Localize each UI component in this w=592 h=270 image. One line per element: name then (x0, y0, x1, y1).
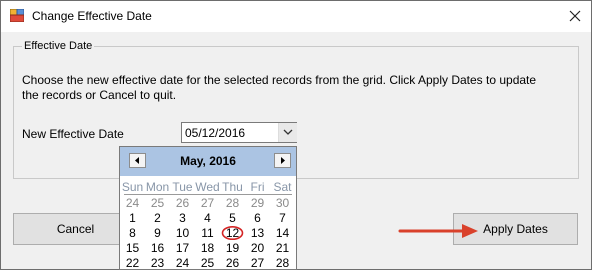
chevron-right-icon (281, 157, 285, 164)
calendar-day[interactable]: 25 (195, 256, 220, 269)
calendar-day[interactable]: 11 (195, 226, 220, 240)
calendar-day[interactable]: 19 (220, 241, 245, 255)
chevron-down-icon (283, 129, 293, 135)
calendar-day[interactable]: 6 (245, 211, 270, 225)
calendar-day[interactable]: 5 (220, 211, 245, 225)
window-title: Change Effective Date (32, 9, 152, 23)
calendar-day[interactable]: 17 (170, 241, 195, 255)
weekday-header: Sat (273, 180, 292, 194)
new-effective-date-label: New Effective Date (22, 127, 124, 141)
close-icon (569, 10, 581, 22)
calendar-day[interactable]: 24 (120, 196, 145, 210)
effective-date-picker[interactable]: 05/12/2016 (181, 122, 297, 143)
calendar-day[interactable]: 13 (245, 226, 270, 240)
calendar-day[interactable]: 28 (270, 256, 295, 269)
weekday-header: Tue (172, 180, 193, 194)
calendar-day[interactable]: 21 (270, 241, 295, 255)
annotation-arrow (398, 224, 478, 238)
calendar-day[interactable]: 4 (195, 211, 220, 225)
calendar-day[interactable]: 26 (170, 196, 195, 210)
calendar-day[interactable]: 23 (145, 256, 170, 269)
dropdown-button[interactable] (278, 123, 297, 142)
calendar-dropdown[interactable]: May, 2016 Sun Mon Tue Wed Thu Fri Sat 24… (119, 146, 297, 270)
calendar-day[interactable]: 10 (170, 226, 195, 240)
calendar-day[interactable]: 24 (170, 256, 195, 269)
calendar-day[interactable]: 22 (120, 256, 145, 269)
next-month-button[interactable] (274, 153, 291, 168)
calendar-day[interactable]: 18 (195, 241, 220, 255)
calendar-day[interactable]: 27 (195, 196, 220, 210)
weekday-header: Thu (222, 180, 243, 194)
calendar-day[interactable]: 20 (245, 241, 270, 255)
weekday-divider (124, 194, 292, 195)
calendar-day[interactable]: 25 (145, 196, 170, 210)
app-icon (9, 8, 25, 23)
close-button[interactable] (561, 4, 589, 28)
calendar-day[interactable]: 15 (120, 241, 145, 255)
calendar-day[interactable]: 7 (270, 211, 295, 225)
description-text: Choose the new effective date for the se… (22, 73, 537, 102)
weekday-header: Fri (250, 180, 265, 194)
calendar-day[interactable]: 30 (270, 196, 295, 210)
calendar-day[interactable]: 28 (220, 196, 245, 210)
calendar-day[interactable]: 29 (245, 196, 270, 210)
calendar-day[interactable]: 1 (120, 211, 145, 225)
calendar-day[interactable]: 16 (145, 241, 170, 255)
calendar-day[interactable]: 14 (270, 226, 295, 240)
calendar-day[interactable]: 27 (245, 256, 270, 269)
today-circle-annotation (221, 226, 244, 240)
weekday-header: Sun (121, 180, 144, 194)
group-legend: Effective Date (22, 40, 95, 52)
calendar-day[interactable]: 3 (170, 211, 195, 225)
calendar-day[interactable]: 26 (220, 256, 245, 269)
weekday-header: Mon (145, 180, 170, 194)
calendar-day[interactable]: 2 (145, 211, 170, 225)
calendar-day[interactable]: 8 (120, 226, 145, 240)
date-value[interactable]: 05/12/2016 (185, 126, 245, 140)
weekday-header: Wed (195, 180, 220, 194)
title-bar: Change Effective Date (1, 1, 591, 32)
calendar-day[interactable]: 9 (145, 226, 170, 240)
calendar-month-label[interactable]: May, 2016 (120, 154, 296, 168)
